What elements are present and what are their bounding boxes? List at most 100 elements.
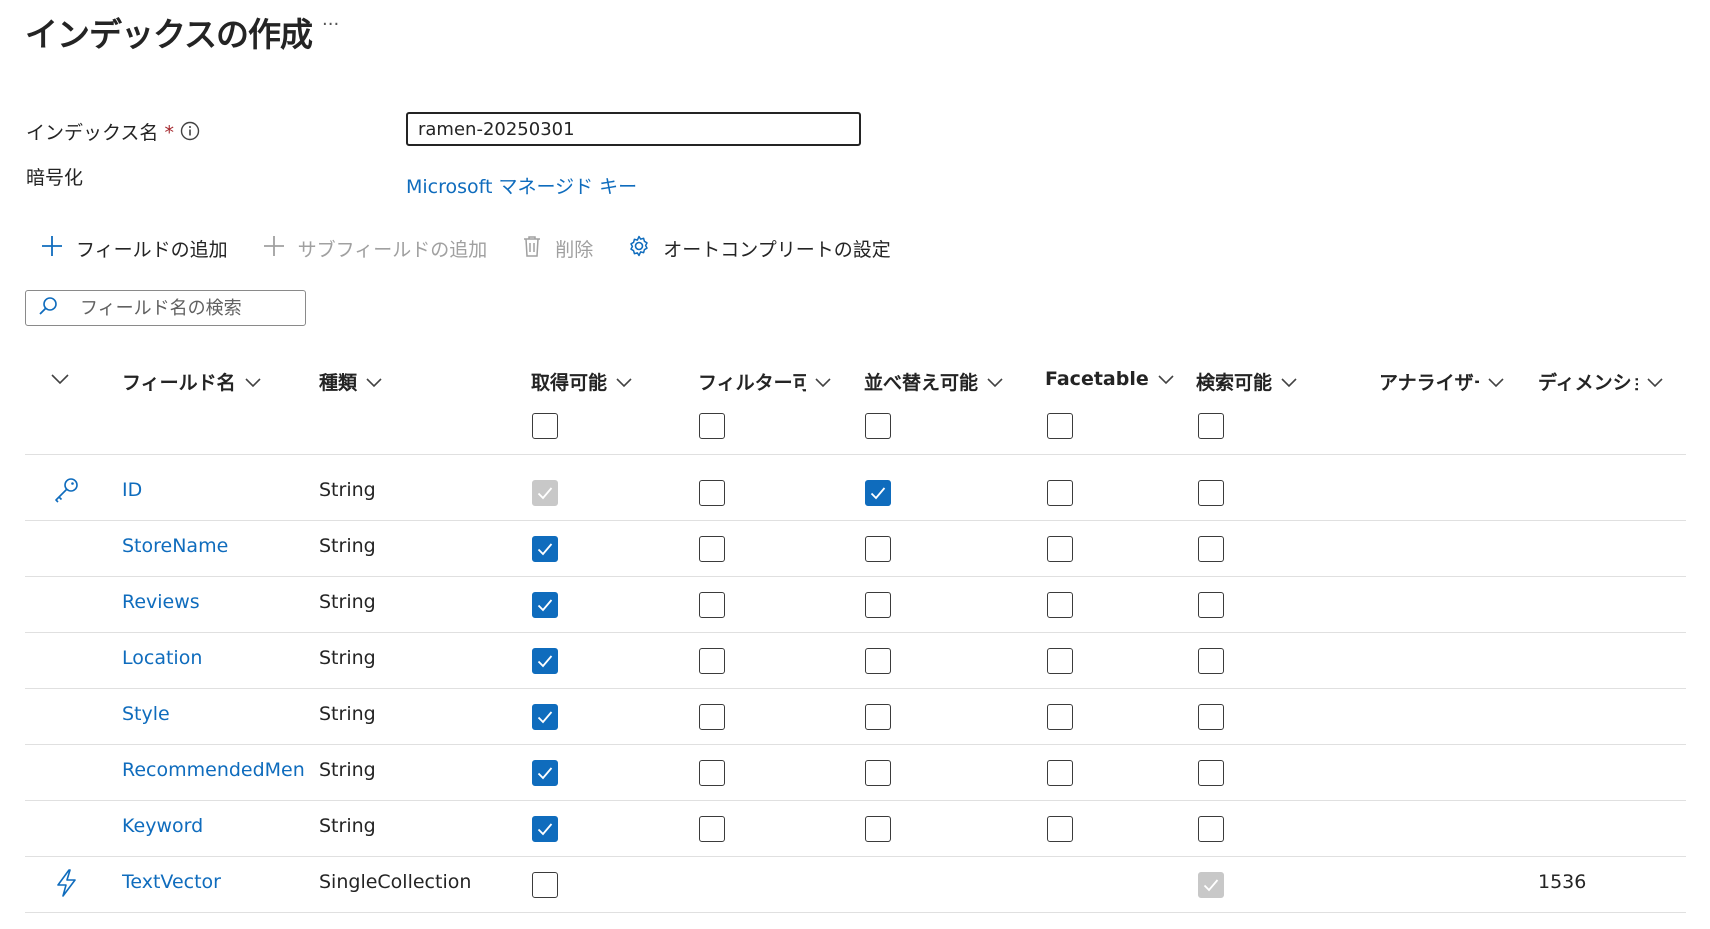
retrievable-checkbox[interactable]: [532, 760, 558, 786]
field-name-link[interactable]: Style: [122, 703, 304, 725]
header-analyzer[interactable]: アナライザー: [1379, 368, 1507, 395]
header-dimensions-label: ディメンション: [1538, 372, 1638, 394]
add-field-button[interactable]: フィールドの追加: [40, 234, 228, 263]
row-divider: [25, 800, 1686, 801]
select-all-searchable-checkbox[interactable]: [1198, 413, 1224, 439]
field-search-input[interactable]: [78, 296, 302, 320]
select-all-sortable-checkbox[interactable]: [865, 413, 891, 439]
chevron-down-icon: [365, 371, 383, 393]
lightning-icon: [53, 868, 79, 902]
searchable-checkbox: [1198, 872, 1224, 898]
field-name-link[interactable]: Location: [122, 647, 304, 669]
select-all-facetable-checkbox[interactable]: [1047, 413, 1073, 439]
searchable-checkbox[interactable]: [1198, 648, 1224, 674]
delete-label: 削除: [555, 239, 594, 261]
autocomplete-settings-button[interactable]: オートコンプリートの設定: [627, 234, 891, 263]
chevron-down-icon: [615, 371, 633, 393]
header-field-name[interactable]: フィールド名: [122, 368, 262, 395]
add-subfield-button[interactable]: サブフィールドの追加: [262, 234, 488, 263]
searchable-checkbox[interactable]: [1198, 480, 1224, 506]
expand-all-toggle[interactable]: [50, 368, 70, 390]
info-icon[interactable]: [180, 121, 200, 146]
row-divider: [25, 744, 1686, 745]
sortable-checkbox[interactable]: [865, 816, 891, 842]
sortable-checkbox[interactable]: [865, 760, 891, 786]
chevron-down-icon: [244, 371, 262, 393]
page-title: インデックスの作成: [25, 15, 313, 54]
sortable-checkbox[interactable]: [865, 480, 891, 506]
add-subfield-label: サブフィールドの追加: [297, 239, 488, 261]
facetable-checkbox[interactable]: [1047, 536, 1073, 562]
searchable-checkbox[interactable]: [1198, 760, 1224, 786]
required-mark: *: [164, 122, 174, 144]
encryption-label: 暗号化: [26, 167, 84, 189]
more-options-button[interactable]: ···: [322, 14, 339, 35]
facetable-checkbox[interactable]: [1047, 704, 1073, 730]
searchable-checkbox[interactable]: [1198, 536, 1224, 562]
filterable-checkbox[interactable]: [699, 816, 725, 842]
retrievable-checkbox[interactable]: [532, 648, 558, 674]
field-name-link[interactable]: TextVector: [122, 871, 304, 893]
row-divider: [25, 576, 1686, 577]
sortable-checkbox[interactable]: [865, 704, 891, 730]
toolbar: フィールドの追加 サブフィールドの追加 削除 オートコンプリートの設定: [40, 234, 925, 263]
field-name-link[interactable]: RecommendedMenu: [122, 759, 304, 781]
filterable-checkbox[interactable]: [699, 704, 725, 730]
facetable-checkbox[interactable]: [1047, 760, 1073, 786]
chevron-down-icon: [986, 371, 1004, 393]
filterable-checkbox[interactable]: [699, 536, 725, 562]
facetable-checkbox[interactable]: [1047, 480, 1073, 506]
field-name-link[interactable]: StoreName: [122, 535, 304, 557]
plus-icon: [40, 234, 76, 263]
sortable-checkbox[interactable]: [865, 648, 891, 674]
field-type: String: [319, 815, 376, 837]
header-retrievable-label: 取得可能: [531, 372, 608, 394]
header-sortable[interactable]: 並べ替え可能: [864, 368, 1004, 395]
field-name-link[interactable]: Reviews: [122, 591, 304, 613]
row-divider: [25, 856, 1686, 857]
header-searchable-label: 検索可能: [1196, 372, 1273, 394]
filterable-checkbox[interactable]: [699, 480, 725, 506]
retrievable-checkbox[interactable]: [532, 536, 558, 562]
filterable-checkbox[interactable]: [699, 592, 725, 618]
filterable-checkbox[interactable]: [699, 760, 725, 786]
field-type: String: [319, 647, 376, 669]
facetable-checkbox[interactable]: [1047, 592, 1073, 618]
search-icon: [38, 296, 58, 320]
gear-icon: [627, 234, 663, 263]
header-facetable[interactable]: Facetable: [1045, 368, 1175, 390]
sortable-checkbox[interactable]: [865, 536, 891, 562]
chevron-down-icon: [814, 371, 832, 393]
field-type: SingleCollection: [319, 871, 472, 893]
header-type[interactable]: 種類: [319, 368, 383, 395]
searchable-checkbox[interactable]: [1198, 704, 1224, 730]
facetable-checkbox[interactable]: [1047, 648, 1073, 674]
field-name-link[interactable]: ID: [122, 479, 304, 501]
retrievable-checkbox[interactable]: [532, 592, 558, 618]
header-searchable[interactable]: 検索可能: [1196, 368, 1298, 395]
autocomplete-settings-label: オートコンプリートの設定: [663, 239, 891, 261]
retrievable-checkbox[interactable]: [532, 704, 558, 730]
row-divider: [25, 912, 1686, 913]
row-divider: [25, 520, 1686, 521]
field-search-box[interactable]: [25, 290, 306, 326]
header-type-label: 種類: [319, 372, 358, 394]
index-name-input[interactable]: [406, 112, 861, 146]
encryption-link[interactable]: Microsoft マネージド キー: [406, 172, 637, 199]
retrievable-checkbox[interactable]: [532, 872, 558, 898]
chevron-down-icon: [1280, 371, 1298, 393]
header-filterable[interactable]: フィルター可能: [698, 368, 834, 395]
searchable-checkbox[interactable]: [1198, 592, 1224, 618]
sortable-checkbox[interactable]: [865, 592, 891, 618]
header-dimensions[interactable]: ディメンション: [1538, 368, 1666, 395]
filterable-checkbox[interactable]: [699, 648, 725, 674]
field-name-link[interactable]: Keyword: [122, 815, 304, 837]
searchable-checkbox[interactable]: [1198, 816, 1224, 842]
delete-button[interactable]: 削除: [521, 234, 593, 263]
select-all-retrievable-checkbox[interactable]: [532, 413, 558, 439]
key-icon: [53, 476, 81, 508]
header-retrievable[interactable]: 取得可能: [531, 368, 633, 395]
retrievable-checkbox[interactable]: [532, 816, 558, 842]
select-all-filterable-checkbox[interactable]: [699, 413, 725, 439]
facetable-checkbox[interactable]: [1047, 816, 1073, 842]
